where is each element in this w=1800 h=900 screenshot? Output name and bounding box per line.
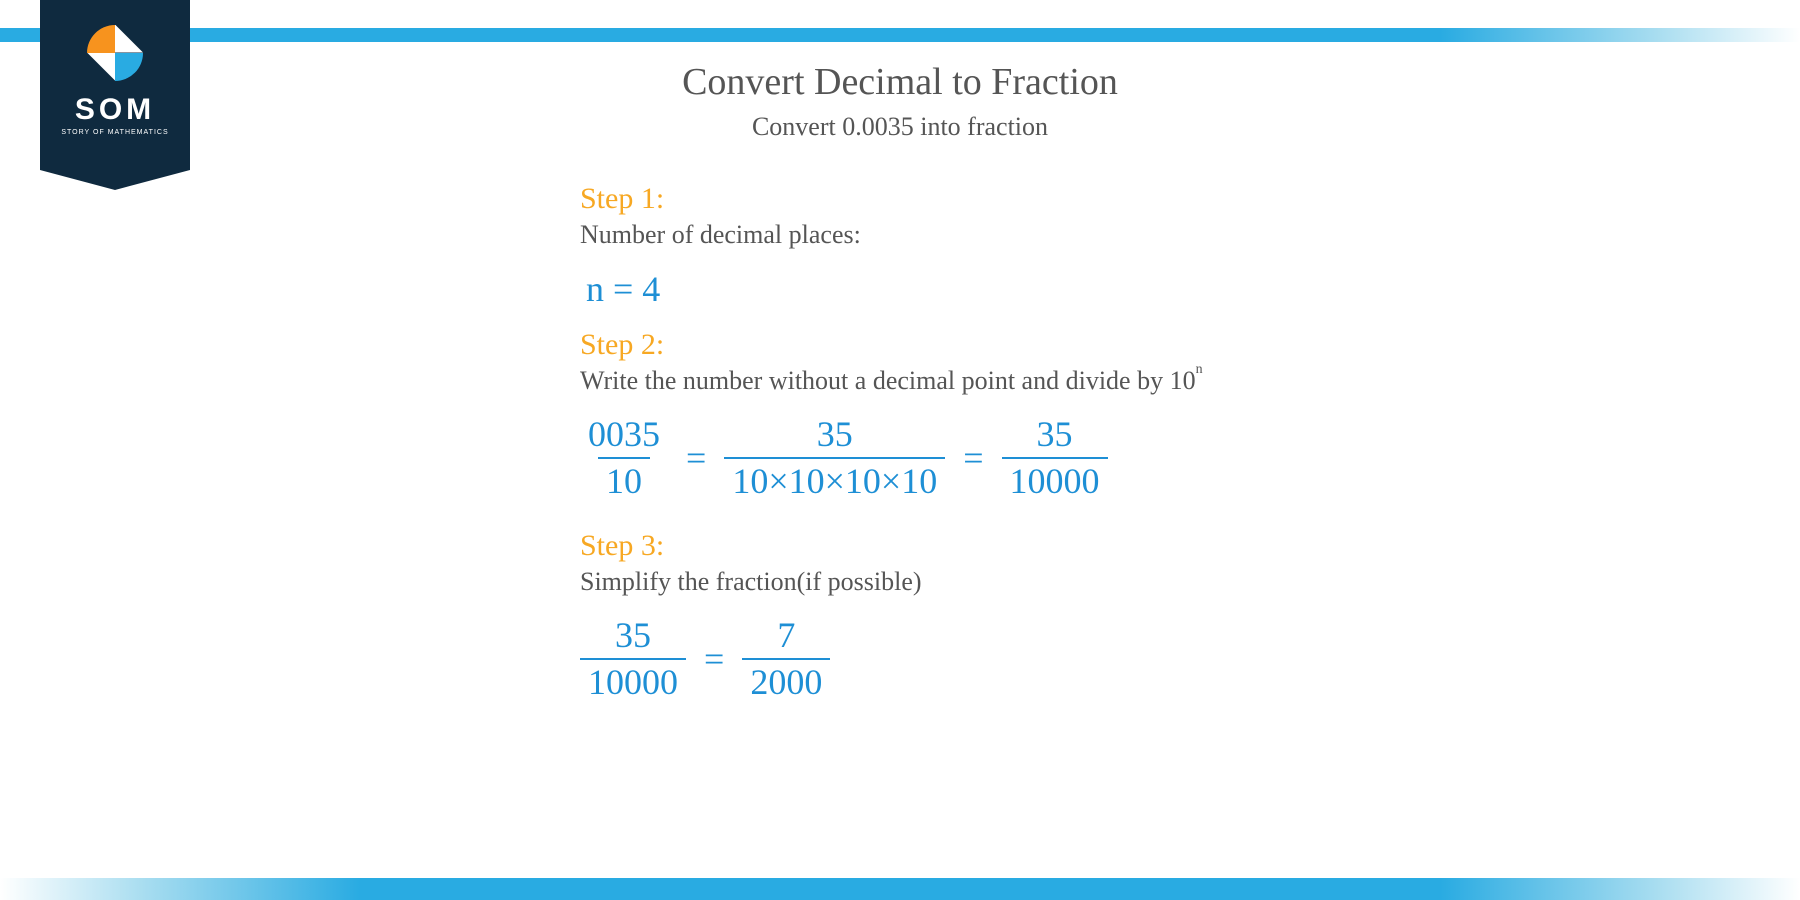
equals-sign: = [686, 437, 706, 479]
steps-container: Step 1: Number of decimal places: n = 4 … [580, 182, 1220, 730]
step2-label: Step 2: [580, 328, 1220, 362]
fraction-denominator: 2000 [742, 658, 830, 703]
fraction-numerator: 35 [809, 414, 861, 457]
top-accent-bar [0, 28, 1800, 42]
fraction-denominator: 10000 [1002, 457, 1108, 502]
step3-math: 35 10000 = 7 2000 [580, 615, 1220, 704]
bottom-accent-bar [0, 878, 1800, 900]
step2-desc-text: Write the number without a decimal point… [580, 366, 1196, 395]
fraction-numerator: 0035 [580, 414, 668, 457]
equals-sign: = [704, 638, 724, 680]
content-area: Convert Decimal to Fraction Convert 0.00… [0, 60, 1800, 730]
equals-sign: = [963, 437, 983, 479]
step3-label: Step 3: [580, 529, 1220, 563]
fraction-numerator: 35 [607, 615, 659, 658]
step2-fraction-1: 0035 10 [580, 414, 668, 503]
step2-fraction-2: 35 10×10×10×10 [724, 414, 945, 503]
step1-math: n = 4 [580, 268, 1220, 310]
page-title: Convert Decimal to Fraction [682, 60, 1118, 104]
fraction-denominator: 10×10×10×10 [724, 457, 945, 502]
step3-fraction-2: 7 2000 [742, 615, 830, 704]
step3-fraction-1: 35 10000 [580, 615, 686, 704]
step3-desc: Simplify the fraction(if possible) [580, 567, 1220, 597]
fraction-numerator: 7 [769, 615, 803, 658]
fraction-numerator: 35 [1029, 414, 1081, 457]
fraction-denominator: 10 [598, 457, 650, 502]
step2-math: 0035 10 = 35 10×10×10×10 = 35 10000 [580, 414, 1220, 503]
page-subtitle: Convert 0.0035 into fraction [752, 112, 1048, 142]
step2-fraction-3: 35 10000 [1002, 414, 1108, 503]
step2-desc: Write the number without a decimal point… [580, 366, 1220, 396]
step1-label: Step 1: [580, 182, 1220, 216]
fraction-denominator: 10000 [580, 658, 686, 703]
step2-desc-sup: n [1196, 362, 1203, 377]
step1-desc: Number of decimal places: [580, 220, 1220, 250]
